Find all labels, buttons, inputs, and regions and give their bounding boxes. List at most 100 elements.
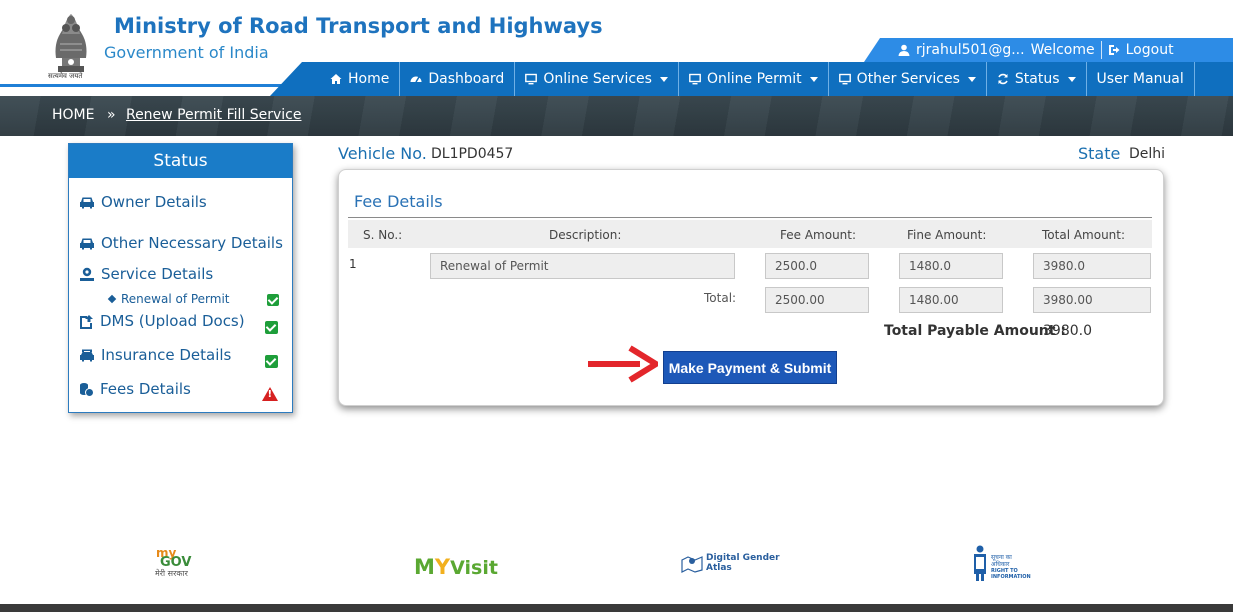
- refresh-icon: [998, 73, 1008, 85]
- nav-user-manual[interactable]: User Manual: [1087, 62, 1195, 96]
- sidebar-title: Status: [69, 144, 292, 178]
- sidebar-item-label: Owner Details: [101, 193, 207, 211]
- sidebar-item-label: Insurance Details: [101, 346, 232, 364]
- upload-doc-icon: [80, 314, 93, 329]
- status-sidebar: Status Owner Details Other Necessary Det…: [68, 143, 293, 413]
- header-accent-line: [0, 84, 300, 87]
- header-description: Description:: [549, 228, 622, 242]
- myvisit-m-text: M: [414, 555, 435, 579]
- monitor-icon: [525, 73, 538, 85]
- nav-home-label: Home: [348, 71, 390, 87]
- vehicle-no-value: DL1PD0457: [431, 146, 514, 162]
- sidebar-subitem-renewal[interactable]: Renewal of Permit: [107, 292, 230, 306]
- coins-icon: [80, 382, 94, 397]
- fee-amount-field: 2500.0: [765, 253, 869, 279]
- nav-online-services-label: Online Services: [543, 71, 652, 87]
- welcome-text: Welcome: [1030, 42, 1095, 58]
- insurance-car-icon: [80, 349, 94, 361]
- breadcrumb-home[interactable]: HOME: [52, 107, 94, 123]
- rti-figure-icon: [974, 545, 986, 581]
- state-value: Delhi: [1129, 146, 1166, 162]
- emblem-motto: सत्यमेव जयते: [48, 72, 83, 80]
- grand-total-field: 3980.00: [1033, 287, 1151, 313]
- sidebar-subitem-label: Renewal of Permit: [121, 292, 230, 306]
- footer-bar: [0, 604, 1233, 612]
- fee-table-header: [348, 220, 1152, 248]
- nav-user-manual-label: User Manual: [1096, 71, 1184, 87]
- total-amount-field: 3980.0: [1033, 253, 1151, 279]
- nav-other-services-label: Other Services: [856, 71, 960, 87]
- digital-gender-atlas-logo[interactable]: Digital Gender Atlas: [681, 552, 780, 576]
- home-icon: [330, 74, 342, 84]
- rti-logo[interactable]: सूचना का अधिकार RIGHT TO INFORMATION: [972, 545, 1032, 583]
- header-fine-amount: Fine Amount:: [907, 228, 987, 242]
- myvisit-logo[interactable]: M Y Visit: [414, 551, 498, 579]
- check-icon: [265, 355, 278, 368]
- state-label: State: [1078, 144, 1121, 163]
- car-icon: [80, 238, 94, 249]
- breadcrumb-current[interactable]: Renew Permit Fill Service: [126, 107, 302, 123]
- ministry-subtitle: Government of India: [104, 43, 269, 62]
- chevron-down-icon: [809, 76, 818, 82]
- main-nav: Home Dashboard Online Services Online Pe…: [320, 62, 1195, 96]
- page: सत्यमेव जयते Ministry of Road Transport …: [0, 0, 1233, 612]
- nav-status[interactable]: Status: [987, 62, 1087, 96]
- nav-online-services[interactable]: Online Services: [515, 62, 679, 96]
- user-account[interactable]: rjrahul501@g... Welcome: [892, 38, 1101, 62]
- sidebar-item-fees[interactable]: Fees Details: [79, 380, 191, 398]
- nav-status-label: Status: [1014, 71, 1060, 87]
- header-total-amount: Total Amount:: [1042, 228, 1126, 242]
- sidebar-item-label: Fees Details: [100, 380, 191, 398]
- chevron-down-icon: [967, 76, 976, 82]
- vehicle-no-label: Vehicle No.: [338, 144, 427, 163]
- gender-atlas-line2: Atlas: [706, 563, 732, 573]
- map-pin-icon: [681, 556, 703, 573]
- nav-dashboard-label: Dashboard: [428, 71, 505, 87]
- sidebar-item-insurance[interactable]: Insurance Details: [79, 346, 231, 364]
- fee-details-divider: [348, 217, 1152, 218]
- chevron-down-icon: [659, 76, 668, 82]
- sidebar-item-other-details[interactable]: Other Necessary Details: [79, 234, 283, 252]
- warning-exclamation: !: [267, 389, 273, 400]
- sidebar-item-service-details[interactable]: Service Details: [79, 265, 213, 283]
- sidebar-item-dms[interactable]: DMS (Upload Docs): [79, 312, 245, 330]
- rti-line2: अधिकार: [991, 561, 1010, 568]
- sidebar-item-owner-details[interactable]: Owner Details: [79, 193, 207, 211]
- check-icon: [267, 294, 279, 306]
- description-field: Renewal of Permit: [430, 253, 735, 279]
- check-icon: [265, 321, 278, 334]
- breadcrumb-separator: »: [106, 107, 116, 123]
- user-icon: [898, 44, 910, 56]
- mygov-logo[interactable]: my GOV मेरी सरकार: [154, 546, 198, 580]
- nav-other-services[interactable]: Other Services: [829, 62, 987, 96]
- gender-atlas-line1: Digital Gender: [706, 553, 780, 563]
- myvisit-visit-text: Visit: [450, 557, 498, 579]
- fine-amount-field: 1480.0: [899, 253, 1003, 279]
- dashboard-icon: [410, 76, 422, 83]
- row-sno: 1: [349, 257, 357, 271]
- header-sno: S. No.:: [363, 228, 403, 242]
- breadcrumb: HOME » Renew Permit Fill Service: [52, 107, 302, 123]
- user-bar: rjrahul501@g... Welcome Logout: [864, 38, 1233, 62]
- user-email: rjrahul501@g...: [916, 42, 1025, 58]
- sidebar-item-label: DMS (Upload Docs): [100, 312, 245, 330]
- rti-line4: INFORMATION: [991, 574, 1031, 580]
- sidebar-item-label: Other Necessary Details: [101, 234, 283, 252]
- logout-icon: [1108, 45, 1120, 55]
- logout-link[interactable]: Logout: [1102, 38, 1180, 62]
- monitor-icon: [689, 73, 701, 85]
- nav-home[interactable]: Home: [320, 62, 401, 96]
- sidebar-item-label: Service Details: [101, 265, 214, 283]
- total-payable-value: 3980.0: [1043, 323, 1092, 339]
- nav-online-permit[interactable]: Online Permit: [679, 62, 829, 96]
- ministry-title: Ministry of Road Transport and Highways: [114, 14, 603, 38]
- mygov-tagline: मेरी सरकार: [155, 569, 188, 578]
- nav-dashboard[interactable]: Dashboard: [400, 62, 516, 96]
- fee-details-title: Fee Details: [354, 192, 443, 211]
- nav-online-permit-label: Online Permit: [706, 71, 802, 87]
- car-icon: [80, 197, 94, 208]
- total-fee-field: 2500.00: [765, 287, 869, 313]
- total-payable-label: Total Payable Amount :: [884, 323, 1066, 339]
- total-label: Total:: [704, 291, 737, 305]
- make-payment-submit-button[interactable]: Make Payment & Submit: [663, 351, 837, 384]
